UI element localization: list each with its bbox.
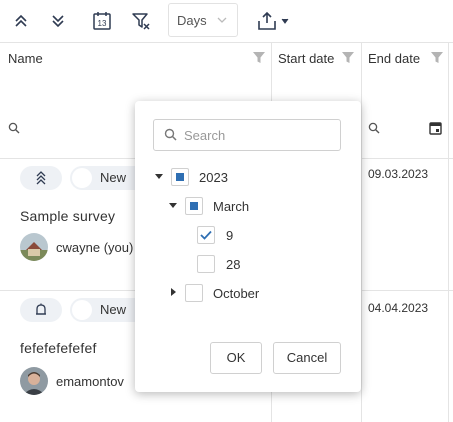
user-name: emamontov <box>56 374 124 389</box>
filter-clear-icon <box>132 13 150 30</box>
filter-icon[interactable] <box>252 51 266 65</box>
cancel-button[interactable]: Cancel <box>273 342 341 374</box>
tree-item-label: 9 <box>226 228 234 243</box>
chevrons-up-icon <box>15 14 27 27</box>
popup-search-input[interactable] <box>184 126 334 144</box>
column-divider <box>448 42 449 422</box>
filter-icon[interactable] <box>341 51 355 65</box>
checkbox-unchecked[interactable] <box>197 255 215 273</box>
avatar <box>20 233 48 261</box>
period-select-value: Days <box>177 13 207 28</box>
tree-item-day-9: 9 <box>197 226 337 246</box>
status-label: New <box>100 170 127 185</box>
grid-divider <box>0 42 453 43</box>
collapse-all-button[interactable] <box>43 6 73 36</box>
user-name: cwayne (you) <box>56 240 134 255</box>
checkbox-partial[interactable] <box>171 168 189 186</box>
checkmark-icon <box>200 230 212 240</box>
tree-item-label: March <box>213 199 250 214</box>
calendar-icon: 13 <box>93 12 111 30</box>
bell-icon <box>36 303 46 315</box>
column-header-start-date[interactable]: Start date <box>278 51 334 66</box>
caret-down-icon[interactable] <box>155 174 163 180</box>
calendar-icon[interactable] <box>429 121 442 135</box>
clear-filter-button[interactable] <box>126 6 156 36</box>
end-date-cell: 09.03.2023 <box>368 167 429 181</box>
tree-item-2023: 2023 <box>155 168 345 188</box>
period-select[interactable]: Days <box>168 3 238 37</box>
caret-down-icon[interactable] <box>169 203 177 209</box>
end-date-cell: 04.04.2023 <box>368 301 429 315</box>
tree-item-label: 28 <box>226 257 241 272</box>
expand-all-button[interactable] <box>6 6 36 36</box>
share-export-icon <box>258 11 276 30</box>
calendar-day-text: 13 <box>98 19 107 28</box>
checkbox-unchecked[interactable] <box>185 284 203 302</box>
tree-item-march: March <box>169 197 339 217</box>
tree-item-label: October <box>213 286 260 301</box>
calendar-button[interactable]: 13 <box>87 6 117 36</box>
status-label: New <box>100 302 127 317</box>
column-header-end-date[interactable]: End date <box>368 51 420 66</box>
priority-button[interactable] <box>20 166 62 190</box>
chevron-down-icon <box>217 17 227 23</box>
date-filter-popup: 2023 March 9 28 October OK Cancel <box>135 101 361 392</box>
checkbox-checked[interactable] <box>197 226 215 244</box>
caret-right-icon[interactable] <box>171 288 177 296</box>
search-icon <box>164 128 177 141</box>
tree-item-october: October <box>169 284 339 304</box>
search-icon[interactable] <box>368 122 380 134</box>
ok-button[interactable]: OK <box>210 342 262 374</box>
toggle-knob <box>72 300 92 320</box>
column-divider <box>361 42 362 422</box>
tree-item-label: 2023 <box>199 170 228 185</box>
popup-search-box[interactable] <box>153 119 341 151</box>
avatar <box>20 367 48 395</box>
chevrons-up-icon <box>36 171 46 185</box>
column-header-name[interactable]: Name <box>8 51 43 66</box>
row-title[interactable]: Sample survey <box>20 208 115 224</box>
row-title[interactable]: fefefefefefef <box>20 340 97 356</box>
toggle-knob <box>72 168 92 188</box>
export-button[interactable] <box>251 6 295 36</box>
chevron-down-icon <box>281 18 289 24</box>
filter-icon[interactable] <box>430 51 444 65</box>
chevrons-down-icon <box>52 15 64 28</box>
priority-button[interactable] <box>20 298 62 322</box>
tree-item-day-28: 28 <box>197 255 337 275</box>
checkbox-partial[interactable] <box>185 197 203 215</box>
search-icon[interactable] <box>8 122 20 134</box>
